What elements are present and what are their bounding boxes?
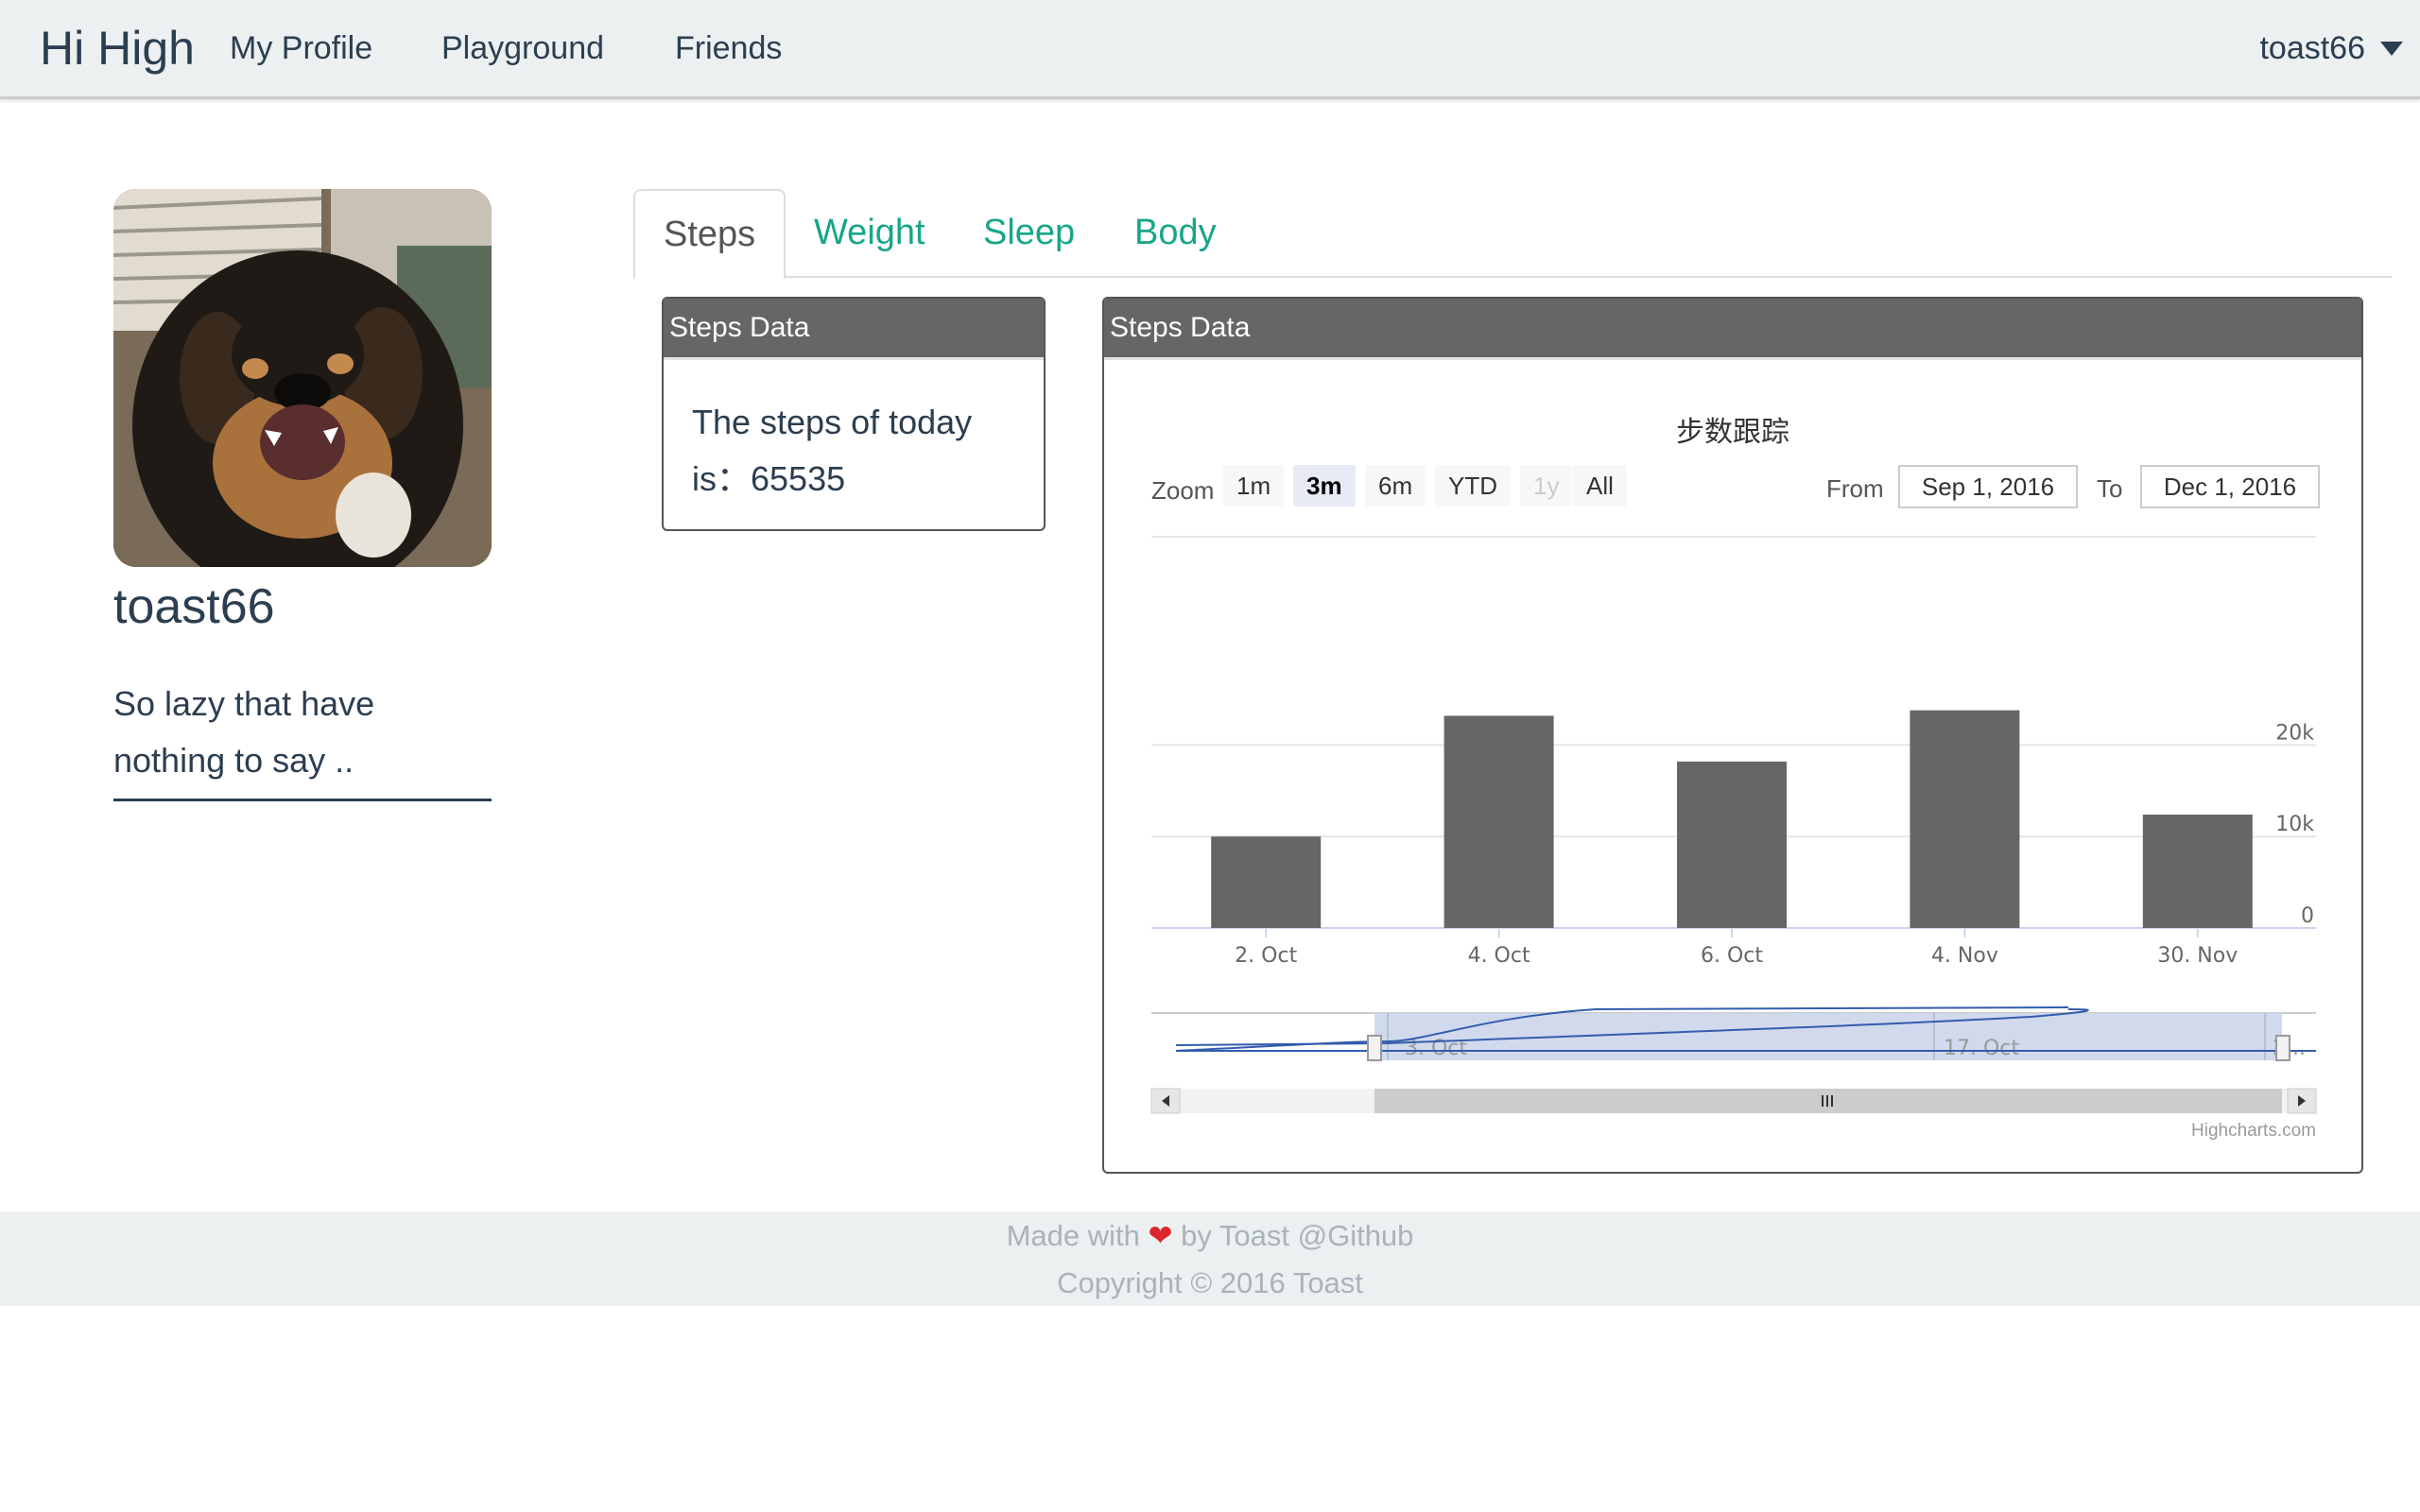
y-tick-label: 10k [2275,813,2314,836]
x-tick-label: 2. Oct [1235,944,1297,968]
credits-link[interactable]: Highcharts.com [2191,1121,2316,1142]
footer-made-with-label: Made with [1006,1219,1140,1252]
user-menu[interactable]: toast66 [2259,30,2403,67]
steps-chart: 2. Oct 4. Oct 6. Oct 4. Nov 30. Nov 010k20k … [1104,299,2361,1114]
today-steps-text: The steps of today is：65535 [664,360,1044,507]
profile-bio: So lazy that have nothing to say .. [113,676,492,801]
steps-chart-panel: Steps Data 步数跟踪 Zoom 1m 3m 6m YTD 1y All… [1102,297,2363,1174]
footer: Made with ❤ by Toast @Github Copyright ©… [0,1211,2420,1306]
today-steps-value: 65535 [751,459,846,498]
today-steps-panel: Steps Data The steps of today is：65535 [662,297,1046,531]
tab-steps[interactable]: Steps [633,189,786,280]
heart-icon: ❤ [1148,1219,1173,1252]
bar[interactable] [1677,761,1787,928]
profile-username: toast66 [113,579,275,634]
navigator-range[interactable] [1374,1013,2282,1060]
tab-body[interactable]: Body [1134,189,1217,276]
bar[interactable] [1443,715,1554,928]
footer-github-link[interactable]: by Toast @Github [1181,1219,1413,1252]
x-tick-label: 6. Oct [1701,944,1763,968]
tab-weight[interactable]: Weight [814,189,925,276]
navigator-right-handle[interactable] [2275,1035,2290,1061]
avatar [113,189,492,567]
bar[interactable] [1211,836,1322,928]
scrollbar[interactable] [1104,299,2361,1114]
bar[interactable] [2142,814,2253,928]
x-tick-label: 4. Nov [1931,944,1998,968]
bar[interactable] [1910,710,2020,928]
y-tick-label: 20k [2275,721,2314,745]
navigator-left-handle[interactable] [1367,1035,1382,1061]
navigator-label: 17. Oct [1944,1037,2019,1060]
user-menu-name: toast66 [2259,30,2365,66]
navbar: Hi High My Profile Playground Friends to… [0,0,2420,99]
x-tick-label: 4. Oct [1468,944,1530,968]
tabs-divider [633,276,2392,278]
brand-logo[interactable]: Hi High [40,21,195,76]
nav-friends[interactable]: Friends [675,30,782,67]
tab-sleep[interactable]: Sleep [983,189,1075,276]
caret-down-icon [2380,42,2403,56]
y-tick-label: 0 [2301,904,2314,928]
navigator[interactable]: 3. Oct 17. Oct 2... [1151,1006,2316,1061]
panel-heading: Steps Data [664,299,1044,360]
nav-playground[interactable]: Playground [441,30,604,67]
dog-photo-icon [113,189,492,567]
footer-copyright: Copyright © 2016 Toast [1057,1266,1363,1299]
x-tick-label: 30. Nov [2157,944,2238,968]
nav-my-profile[interactable]: My Profile [230,30,372,67]
footer-made-with: Made with ❤ by Toast @Github [0,1219,2420,1253]
